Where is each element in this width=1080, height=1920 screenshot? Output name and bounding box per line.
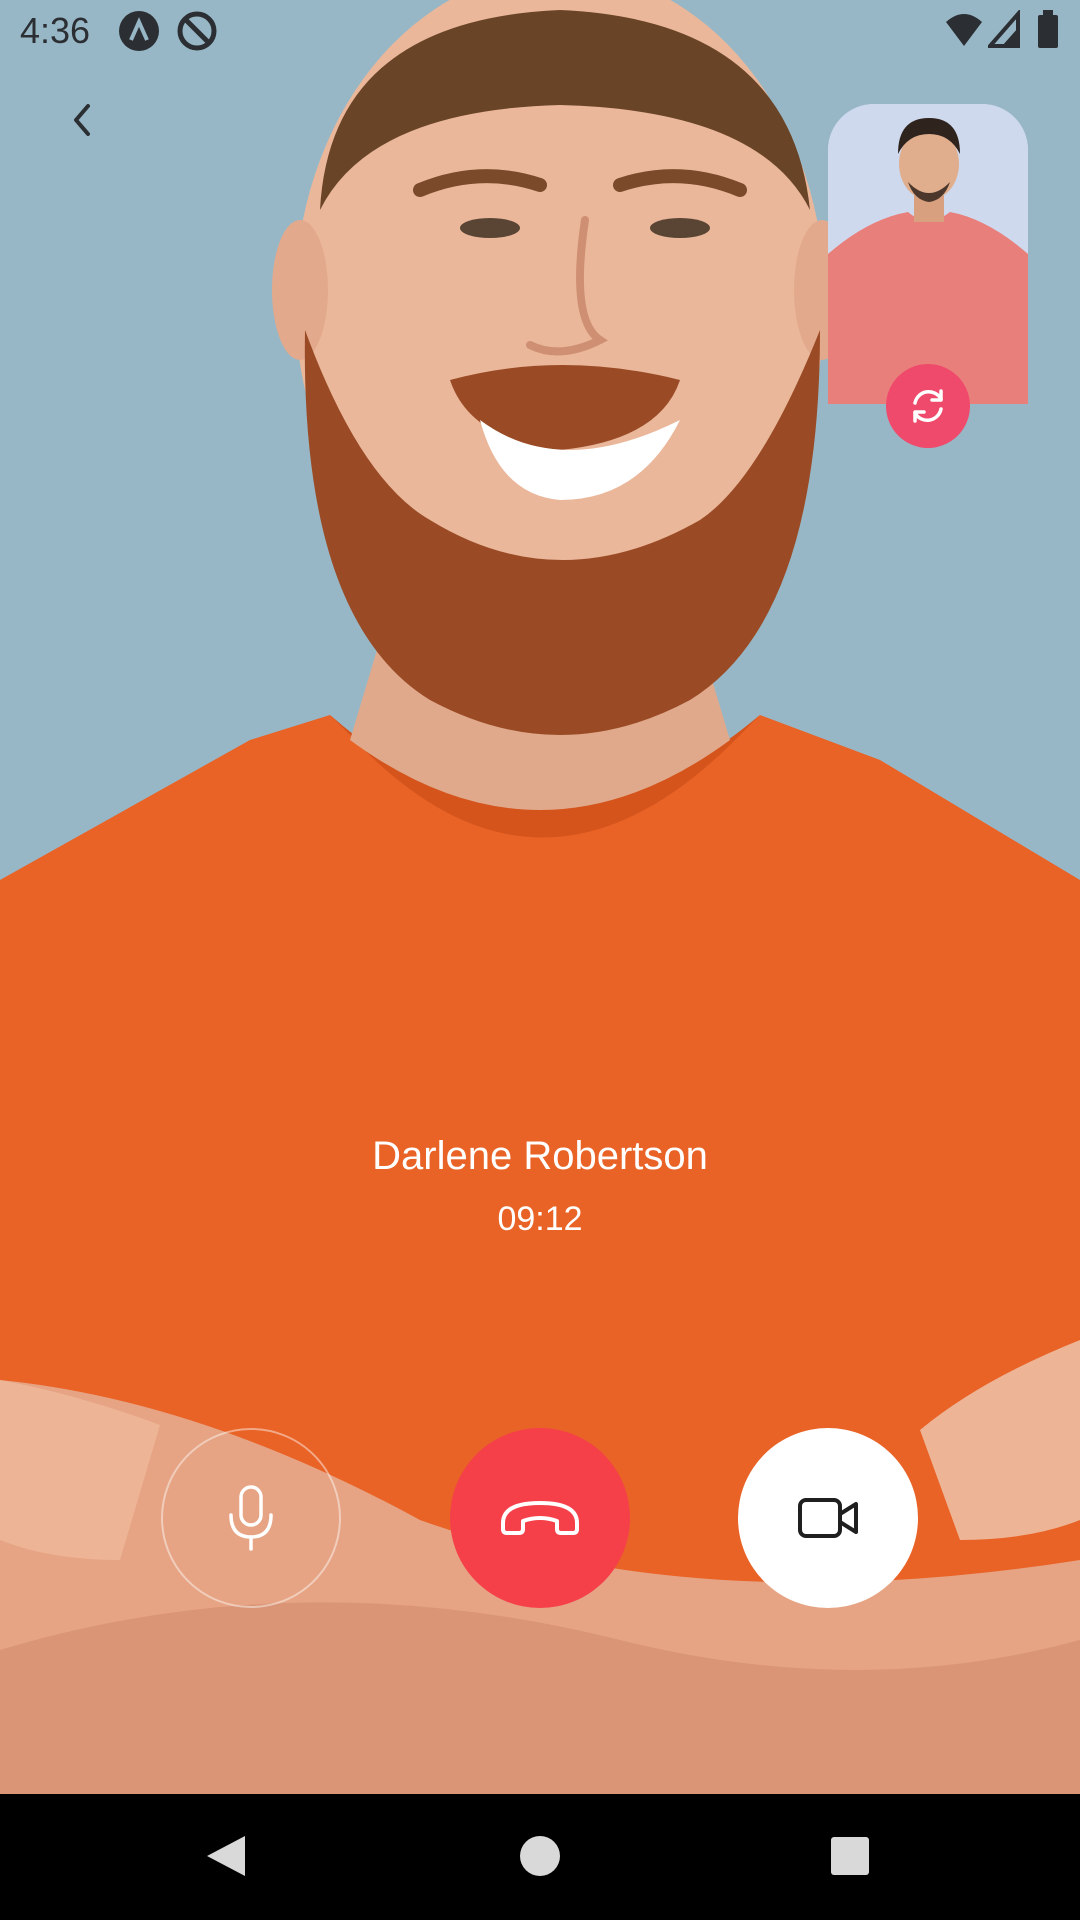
camera-switch-icon <box>913 389 943 423</box>
status-bar: 4:36 <box>0 0 1080 64</box>
a-notification-icon <box>118 10 160 57</box>
end-call-button[interactable] <box>450 1428 630 1608</box>
nav-recents-button[interactable] <box>818 1824 882 1888</box>
wifi-icon <box>944 10 984 55</box>
back-button[interactable] <box>50 88 114 152</box>
chevron-left-icon <box>74 104 90 136</box>
switch-camera-button[interactable] <box>886 364 970 448</box>
phone-hangup-icon <box>501 1501 579 1535</box>
battery-icon <box>1036 10 1060 55</box>
call-duration: 09:12 <box>497 1200 583 1238</box>
video-call-screen: 4:36 Darlene Robertson 09:12 <box>0 0 1080 1920</box>
at-sign-notification-icon <box>176 10 218 57</box>
self-video-feed <box>828 104 1028 404</box>
video-camera-icon <box>798 1498 858 1538</box>
system-navigation-bar <box>0 1794 1080 1920</box>
square-recents-icon <box>831 1837 869 1875</box>
microphone-icon <box>229 1485 273 1551</box>
circle-home-icon <box>520 1836 560 1876</box>
cell-signal-icon <box>985 8 1020 55</box>
status-time: 4:36 <box>20 10 91 51</box>
nav-back-button[interactable] <box>194 1824 258 1888</box>
mute-microphone-button[interactable] <box>161 1428 341 1608</box>
self-video-preview[interactable] <box>828 104 1028 404</box>
triangle-back-icon <box>207 1836 245 1876</box>
caller-name: Darlene Robertson <box>372 1134 708 1178</box>
toggle-video-button[interactable] <box>738 1428 918 1608</box>
nav-home-button[interactable] <box>508 1824 572 1888</box>
